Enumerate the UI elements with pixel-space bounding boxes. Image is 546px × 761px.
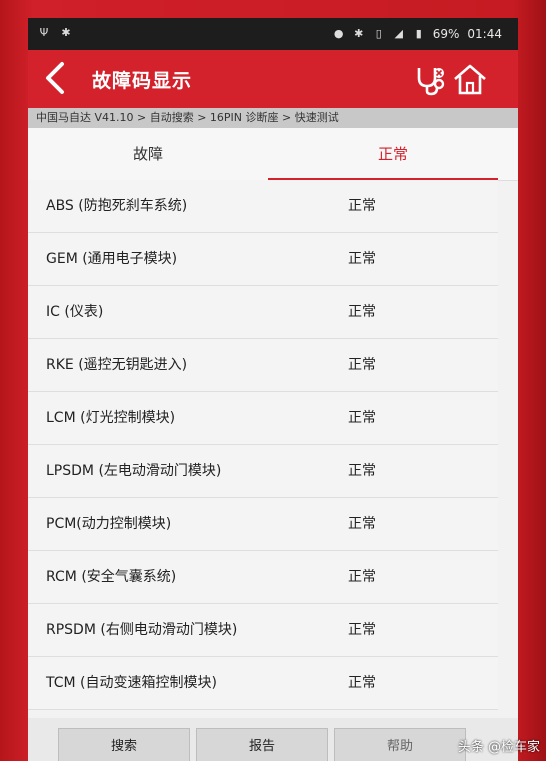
module-status: 正常 — [348, 516, 376, 532]
module-name: GEM (通用电子模块) — [46, 251, 178, 267]
usb-icon: Ψ — [39, 26, 49, 39]
module-status: 正常 — [348, 622, 376, 638]
module-status: 正常 — [348, 304, 376, 320]
module-status: 正常 — [348, 569, 376, 585]
location-icon: ● — [333, 27, 344, 40]
tab-normal[interactable]: 正常 — [268, 128, 518, 180]
watermark: 头条 @检车家 — [457, 740, 540, 755]
list-item[interactable]: IC (仪表) 正常 — [28, 286, 498, 339]
module-name: RCM (安全气囊系统) — [46, 569, 177, 585]
breadcrumb: 中国马自达 V41.10 > 自动搜索 > 16PIN 诊断座 > 快速测试 — [28, 108, 518, 128]
module-name: TCM (自动变速箱控制模块) — [46, 675, 217, 691]
module-status: 正常 — [348, 251, 376, 267]
home-icon[interactable] — [452, 62, 488, 96]
list-item[interactable]: RKE (遥控无钥匙进入) 正常 — [28, 339, 498, 392]
page-title: 故障码显示 — [92, 70, 193, 92]
bottom-toolbar: 搜索 报告 帮助 — [28, 718, 518, 761]
clock: 01:44 — [467, 27, 502, 41]
module-status: 正常 — [348, 463, 376, 479]
module-status: 正常 — [348, 675, 376, 691]
module-name: IC (仪表) — [46, 304, 104, 320]
module-list: ABS (防抱死刹车系统) 正常 GEM (通用电子模块) 正常 IC (仪表)… — [28, 180, 498, 710]
module-status: 正常 — [348, 357, 376, 373]
back-arrow-icon[interactable] — [38, 60, 74, 96]
vibrate-icon: ▯ — [375, 27, 382, 40]
battery-icon: ▮ — [415, 27, 422, 40]
bluetooth-connected-icon: ✱ — [61, 26, 71, 39]
screen: Ψ ✱ ● ✱ ▯ ◢ ▮ 69% 01:44 故障码显示 中国马自达 V41.… — [28, 18, 518, 761]
module-name: LPSDM (左电动滑动门模块) — [46, 463, 222, 479]
help-button[interactable]: 帮助 — [334, 728, 466, 761]
module-status: 正常 — [348, 198, 376, 214]
list-item[interactable]: LCM (灯光控制模块) 正常 — [28, 392, 498, 445]
status-bar: Ψ ✱ ● ✱ ▯ ◢ ▮ 69% 01:44 — [28, 18, 518, 50]
list-item[interactable]: LPSDM (左电动滑动门模块) 正常 — [28, 445, 498, 498]
list-item[interactable]: PCM(动力控制模块) 正常 — [28, 498, 498, 551]
stethoscope-icon[interactable] — [414, 64, 446, 96]
battery-level: 69% — [432, 27, 460, 41]
module-status: 正常 — [348, 410, 376, 426]
tab-fault[interactable]: 故障 — [28, 128, 268, 180]
report-button[interactable]: 报告 — [196, 728, 328, 761]
list-item[interactable]: TCM (自动变速箱控制模块) 正常 — [28, 657, 498, 710]
list-item[interactable]: RCM (安全气囊系统) 正常 — [28, 551, 498, 604]
signal-icon: ◢ — [394, 27, 403, 40]
device-frame: Ψ ✱ ● ✱ ▯ ◢ ▮ 69% 01:44 故障码显示 中国马自达 V41.… — [0, 0, 546, 761]
module-name: PCM(动力控制模块) — [46, 516, 172, 532]
module-name: RKE (遥控无钥匙进入) — [46, 357, 188, 373]
search-button[interactable]: 搜索 — [58, 728, 190, 761]
list-item[interactable]: GEM (通用电子模块) 正常 — [28, 233, 498, 286]
tab-bar: 故障 正常 — [28, 128, 518, 181]
module-name: LCM (灯光控制模块) — [46, 410, 176, 426]
module-name: ABS (防抱死刹车系统) — [46, 198, 188, 214]
bluetooth-icon: ✱ — [354, 27, 364, 40]
list-item[interactable]: ABS (防抱死刹车系统) 正常 — [28, 180, 498, 233]
title-bar: 故障码显示 — [28, 50, 518, 108]
module-name: RPSDM (右侧电动滑动门模块) — [46, 622, 238, 638]
list-item[interactable]: RPSDM (右侧电动滑动门模块) 正常 — [28, 604, 498, 657]
